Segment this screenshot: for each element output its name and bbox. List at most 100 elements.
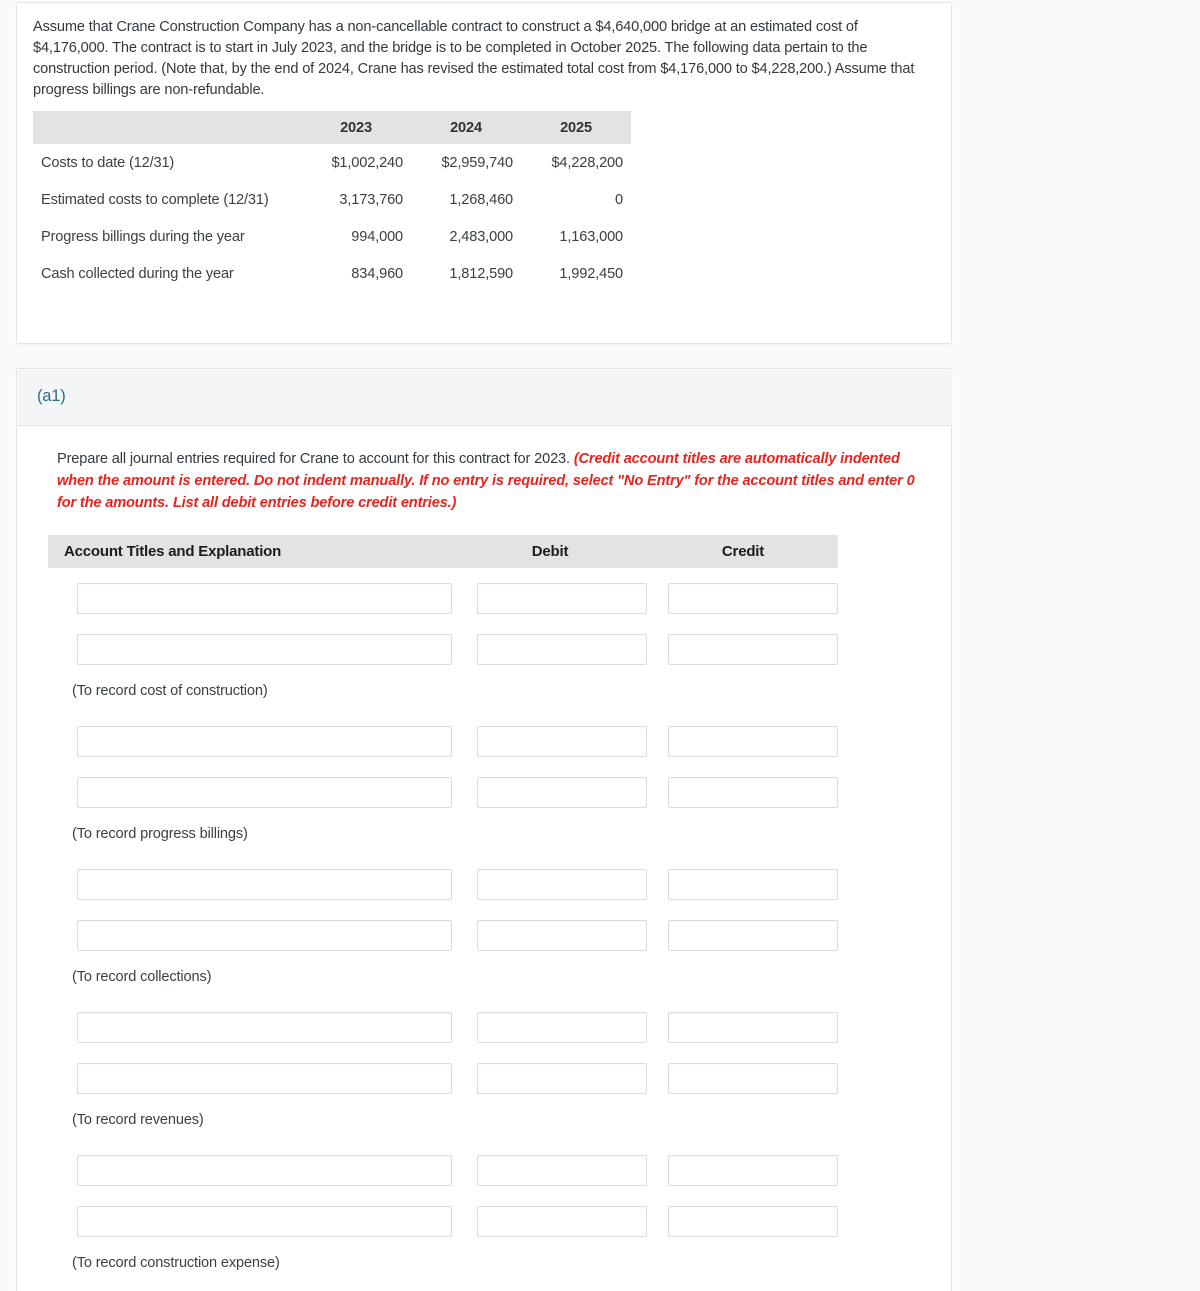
account-title-input[interactable] — [77, 726, 452, 757]
column-header-rowlabel — [33, 111, 301, 144]
journal-entry-row — [48, 854, 838, 905]
credit-amount-input[interactable] — [668, 583, 838, 614]
credit-amount-input[interactable] — [668, 869, 838, 900]
contract-data-table-body: Costs to date (12/31) $1,002,240 $2,959,… — [33, 144, 631, 292]
header-debit: Debit — [531, 543, 569, 560]
column-header-2024: 2024 — [450, 119, 482, 136]
journal-entry-row — [48, 711, 838, 762]
cell-credit — [648, 1063, 838, 1094]
cell-estimated-costs-2024: 1,268,460 — [449, 191, 513, 208]
cell-cash-collected-2024: 1,812,590 — [449, 265, 513, 282]
header-account-titles: Account Titles and Explanation — [64, 543, 282, 560]
table-row: Progress billings during the year 994,00… — [33, 218, 631, 255]
column-header-2025: 2025 — [560, 119, 592, 136]
cell-estimated-costs-2023: 3,173,760 — [339, 191, 403, 208]
journal-table-header: Account Titles and Explanation Debit Cre… — [48, 535, 838, 568]
cell-account — [48, 583, 452, 614]
table-header-row: 2023 2024 2025 — [33, 111, 631, 144]
journal-entry-row — [48, 1191, 838, 1242]
contract-data-table-head: 2023 2024 2025 — [33, 111, 631, 144]
cell-credit — [648, 1206, 838, 1237]
cell-debit — [452, 583, 648, 614]
debit-amount-input[interactable] — [477, 869, 647, 900]
debit-amount-input[interactable] — [477, 920, 647, 951]
journal-entry-row — [48, 1140, 838, 1191]
account-title-input[interactable] — [77, 1012, 452, 1043]
row-label-progress-billings: Progress billings during the year — [41, 228, 245, 245]
cell-credit — [648, 1155, 838, 1186]
debit-amount-input[interactable] — [477, 777, 647, 808]
cell-estimated-costs-2025: 0 — [615, 191, 623, 208]
account-title-input[interactable] — [77, 634, 452, 665]
credit-amount-input[interactable] — [668, 1155, 838, 1186]
cell-debit — [452, 869, 648, 900]
debit-amount-input[interactable] — [477, 583, 647, 614]
contract-data-table: 2023 2024 2025 Costs to date (12/31) $1,… — [33, 111, 631, 292]
account-title-input[interactable] — [77, 920, 452, 951]
cell-account — [48, 1155, 452, 1186]
journal-entry-table: Account Titles and Explanation Debit Cre… — [48, 535, 838, 1283]
cell-account — [48, 726, 452, 757]
credit-amount-input[interactable] — [668, 1063, 838, 1094]
cell-progress-billings-2024: 2,483,000 — [449, 228, 513, 245]
account-title-input[interactable] — [77, 1063, 452, 1094]
cell-account — [48, 777, 452, 808]
cell-progress-billings-2025: 1,163,000 — [559, 228, 623, 245]
entry-caption-revenues: (To record revenues) — [72, 1111, 204, 1128]
part-header-band — [18, 370, 952, 426]
cell-debit — [452, 777, 648, 808]
account-title-input[interactable] — [77, 1155, 452, 1186]
credit-amount-input[interactable] — [668, 1206, 838, 1237]
cell-costs-to-date-2023: $1,002,240 — [331, 154, 403, 171]
cell-account — [48, 1012, 452, 1043]
credit-amount-input[interactable] — [668, 726, 838, 757]
problem-statement-card: Assume that Crane Construction Company h… — [16, 2, 952, 344]
cell-cash-collected-2025: 1,992,450 — [559, 265, 623, 282]
credit-amount-input[interactable] — [668, 634, 838, 665]
debit-amount-input[interactable] — [477, 1063, 647, 1094]
journal-entry-row — [48, 1048, 838, 1099]
journal-entry-row — [48, 997, 838, 1048]
part-label: (a1) — [37, 387, 66, 405]
entry-caption-progress-billings: (To record progress billings) — [72, 825, 248, 842]
account-title-input[interactable] — [77, 583, 452, 614]
debit-amount-input[interactable] — [477, 1155, 647, 1186]
exercise-page: Assume that Crane Construction Company h… — [0, 0, 1200, 1291]
debit-amount-input[interactable] — [477, 634, 647, 665]
cell-credit — [648, 920, 838, 951]
account-title-input[interactable] — [77, 1206, 452, 1237]
journal-entry-row — [48, 568, 838, 619]
debit-amount-input[interactable] — [477, 1012, 647, 1043]
question-card: (a1) Prepare all journal entries require… — [16, 368, 952, 1291]
credit-amount-input[interactable] — [668, 920, 838, 951]
account-title-input[interactable] — [77, 777, 452, 808]
debit-amount-input[interactable] — [477, 726, 647, 757]
cell-debit — [452, 1063, 648, 1094]
row-label-costs-to-date: Costs to date (12/31) — [41, 154, 175, 171]
entry-caption-collections: (To record collections) — [72, 968, 212, 985]
cell-credit — [648, 726, 838, 757]
cell-account — [48, 1063, 452, 1094]
journal-entry-row — [48, 762, 838, 813]
cell-account — [48, 634, 452, 665]
table-row: Estimated costs to complete (12/31) 3,17… — [33, 181, 631, 218]
credit-amount-input[interactable] — [668, 777, 838, 808]
cell-credit — [648, 1012, 838, 1043]
credit-amount-input[interactable] — [668, 1012, 838, 1043]
table-row: Costs to date (12/31) $1,002,240 $2,959,… — [33, 144, 631, 181]
cell-cash-collected-2023: 834,960 — [351, 265, 403, 282]
cell-debit — [452, 634, 648, 665]
cell-credit — [648, 777, 838, 808]
instruction-text: Prepare all journal entries required for… — [57, 448, 937, 514]
cell-debit — [452, 920, 648, 951]
journal-entry-row — [48, 905, 838, 956]
header-credit: Credit — [721, 543, 765, 560]
account-title-input[interactable] — [77, 869, 452, 900]
entry-caption-cost-of-construction: (To record cost of construction) — [72, 682, 268, 699]
instruction-plain: Prepare all journal entries required for… — [57, 451, 574, 467]
cell-costs-to-date-2024: $2,959,740 — [441, 154, 513, 171]
cell-debit — [452, 1012, 648, 1043]
cell-debit — [452, 1155, 648, 1186]
debit-amount-input[interactable] — [477, 1206, 647, 1237]
cell-account — [48, 920, 452, 951]
